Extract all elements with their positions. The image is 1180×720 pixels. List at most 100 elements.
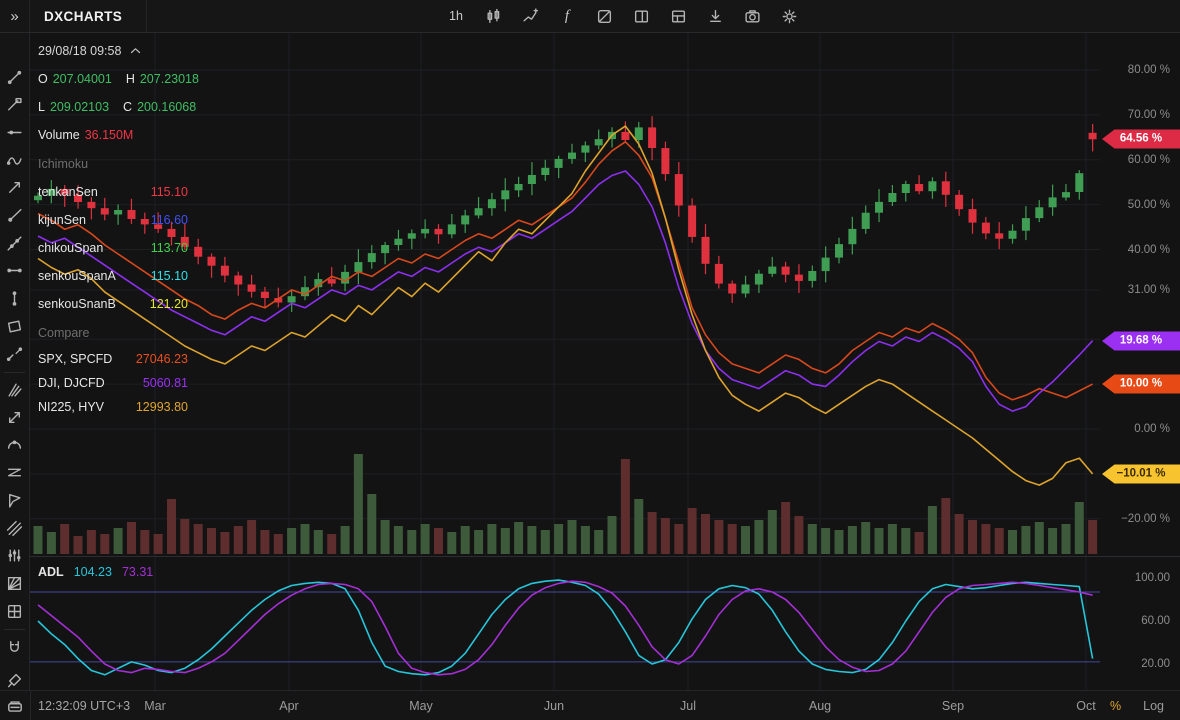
indicator-label: senkouSpanA xyxy=(38,269,116,283)
pane-separator[interactable] xyxy=(30,556,1180,557)
chart-area: 80.00 %70.00 %60.00 %50.00 %40.00 %31.00… xyxy=(30,33,1180,690)
tool-rectangle[interactable] xyxy=(0,313,29,339)
tool-parallel-channel[interactable] xyxy=(0,515,29,541)
price-badge: 10.00 % xyxy=(1102,375,1180,394)
low-value: 209.02103 xyxy=(50,100,109,114)
layout-windows-button[interactable] xyxy=(666,4,690,28)
bars-pattern-icon xyxy=(6,547,23,564)
price-tick: 31.00 % xyxy=(1128,284,1170,296)
indicator-label: kijunSen xyxy=(38,213,86,227)
adl-tick: 20.00 xyxy=(1141,658,1170,670)
magnet-icon xyxy=(6,639,23,656)
paint-brush-icon xyxy=(6,672,23,689)
adl-legend: ADL 104.23 73.31 xyxy=(38,559,153,585)
tool-magnet[interactable] xyxy=(0,634,29,660)
drawings-tray-icon xyxy=(6,697,24,715)
tool-pennant[interactable] xyxy=(0,488,29,514)
tool-bars-pattern[interactable] xyxy=(0,543,29,569)
tool-gann-lines[interactable] xyxy=(0,460,29,486)
arc-icon xyxy=(6,437,23,454)
layout-split-button[interactable] xyxy=(629,4,653,28)
layout-split-icon xyxy=(633,8,650,25)
ichimoku-header[interactable]: Ichimoku xyxy=(38,149,213,178)
tool-grid-layout[interactable] xyxy=(0,598,29,624)
functions-button[interactable]: f xyxy=(555,4,579,28)
clock: 12:32:09 UTC+3 xyxy=(38,691,130,720)
log-scale-button[interactable]: Log xyxy=(1143,699,1164,713)
low-label: L xyxy=(38,100,45,114)
month-label: Oct xyxy=(1064,691,1108,720)
gann-lines-icon xyxy=(6,464,23,481)
functions-label: f xyxy=(565,8,569,25)
indicator-value: 121.20 xyxy=(150,297,188,311)
tool-horizontal-line[interactable] xyxy=(0,119,29,145)
collapse-panel-button[interactable]: » xyxy=(0,0,30,32)
adl-ADL xyxy=(38,580,1093,675)
trend-line-icon xyxy=(6,69,23,86)
month-label: Jul xyxy=(666,691,710,720)
drawings-tray-button[interactable] xyxy=(0,691,31,720)
download-icon xyxy=(707,8,724,25)
compare-header[interactable]: Compare xyxy=(38,318,213,347)
tool-arrow[interactable] xyxy=(0,175,29,201)
tool-ray[interactable] xyxy=(0,203,29,229)
tool-trend-line[interactable] xyxy=(0,64,29,90)
month-label: May xyxy=(399,691,443,720)
adl-value-fast: 104.23 xyxy=(74,565,112,579)
adl-tick: 60.00 xyxy=(1141,615,1170,627)
arrow-icon xyxy=(6,179,23,196)
legend-collapse-caret[interactable] xyxy=(130,47,141,55)
price-tick: 80.00 % xyxy=(1128,64,1170,76)
tool-double-arrow[interactable] xyxy=(0,404,29,430)
volume-label: Volume xyxy=(38,128,80,142)
close-value: 200.16068 xyxy=(137,100,196,114)
settings-button[interactable] xyxy=(777,4,801,28)
price-badge: 64.56 % xyxy=(1102,130,1180,149)
indicator-line-add-icon xyxy=(522,8,539,25)
compare-row: NI225, HYV12993.80 xyxy=(38,395,188,419)
tool-info-line[interactable] xyxy=(0,92,29,118)
cross-segments-icon xyxy=(6,346,23,363)
compare-symbol: NI225, HYV xyxy=(38,400,104,414)
grid-layout-icon xyxy=(6,603,23,620)
tool-vertical-line[interactable] xyxy=(0,286,29,312)
month-label: Jun xyxy=(532,691,576,720)
tool-pitchfork[interactable] xyxy=(0,377,29,403)
chart-type-candles-button[interactable] xyxy=(481,4,505,28)
top-toolbar: » DXCHARTS 1hf xyxy=(0,0,1180,33)
chevrons-right-icon: » xyxy=(10,8,18,25)
chart-toolbar: 1h f xyxy=(444,0,801,32)
month-label: Aug xyxy=(798,691,842,720)
timeframe-button[interactable]: 1h xyxy=(444,4,468,28)
camera-button[interactable] xyxy=(740,4,764,28)
price-tick: 50.00 % xyxy=(1128,199,1170,211)
indicator-line-add-button[interactable] xyxy=(518,4,542,28)
volume-bars xyxy=(34,454,1098,554)
pennant-icon xyxy=(6,492,23,509)
volume-value: 36.150M xyxy=(85,128,134,142)
percent-scale-button[interactable]: % xyxy=(1110,699,1121,713)
month-label: Mar xyxy=(133,691,177,720)
horizontal-line-icon xyxy=(6,124,23,141)
price-tick: −20.00 % xyxy=(1121,513,1170,525)
gann-box-icon xyxy=(6,575,23,592)
download-button[interactable] xyxy=(703,4,727,28)
tool-extended-line[interactable] xyxy=(0,230,29,256)
horizontal-segment-icon xyxy=(6,262,23,279)
price-axis[interactable]: 80.00 %70.00 %60.00 %50.00 %40.00 %31.00… xyxy=(1100,33,1180,690)
indicator-value: 115.10 xyxy=(151,185,188,199)
pitchfork-icon xyxy=(6,381,23,398)
indicator-label: tenkanSen xyxy=(38,185,98,199)
compare-row: SPX, SPCFD27046.23 xyxy=(38,347,188,371)
tool-arc[interactable] xyxy=(0,432,29,458)
indicator-label: senkouSnanB xyxy=(38,297,116,311)
ichimoku-row: tenkanSen 115.10 xyxy=(38,178,188,206)
extended-line-icon xyxy=(6,235,23,252)
tool-horizontal-segment[interactable] xyxy=(0,258,29,284)
ray-icon xyxy=(6,207,23,224)
tool-brush[interactable] xyxy=(0,147,29,173)
tool-cross-segments[interactable] xyxy=(0,341,29,367)
chart-image-button[interactable] xyxy=(592,4,616,28)
toolbar-divider xyxy=(4,629,25,630)
tool-gann-box[interactable] xyxy=(0,571,29,597)
